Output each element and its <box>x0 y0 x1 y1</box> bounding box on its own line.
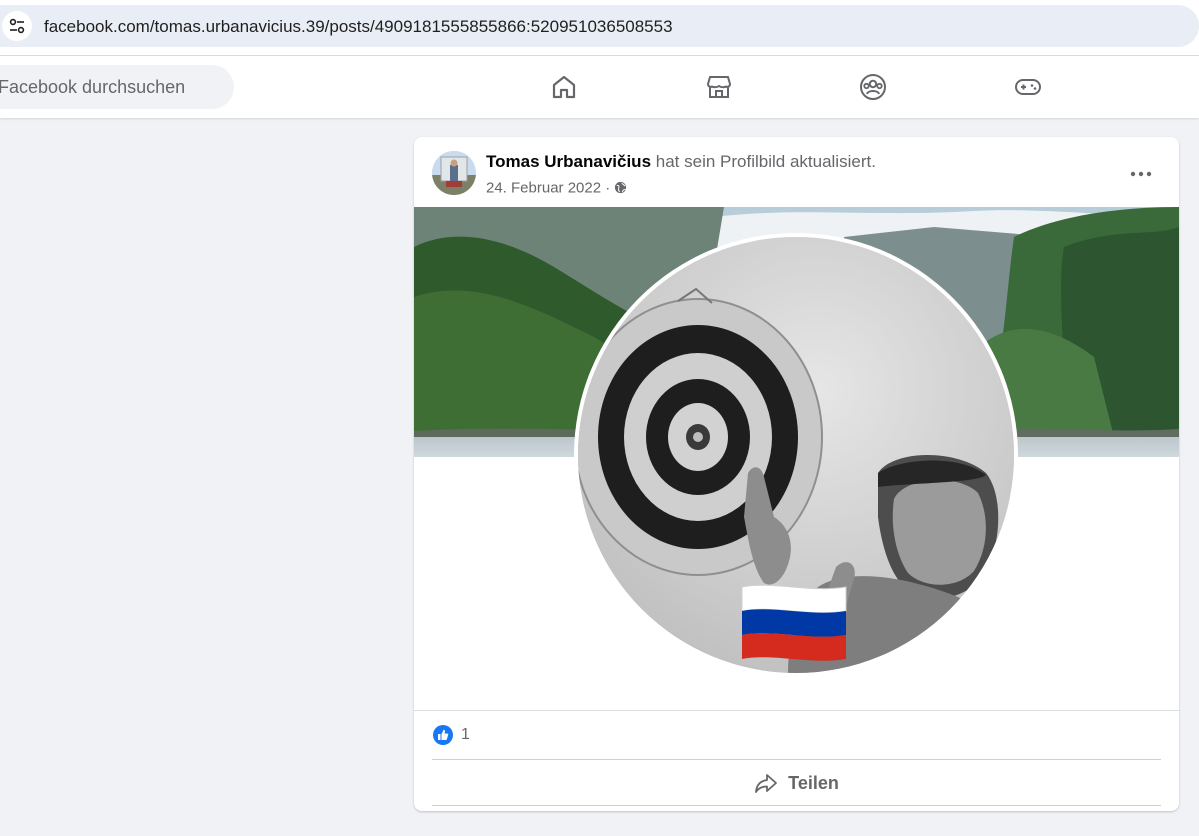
marketplace-icon[interactable] <box>702 70 736 104</box>
url-text[interactable]: facebook.com/tomas.urbanavicius.39/posts… <box>44 17 673 37</box>
browser-address-bar: facebook.com/tomas.urbanavicius.39/posts… <box>0 0 1199 56</box>
photo-divider <box>414 710 1179 711</box>
post-action-text: hat sein Profilbild aktualisiert. <box>655 152 876 171</box>
search-input[interactable] <box>0 65 218 109</box>
groups-icon[interactable] <box>856 70 890 104</box>
more-dots-icon[interactable] <box>1124 157 1158 191</box>
action-bar-top-divider <box>432 759 1161 760</box>
like-reaction-icon <box>433 725 453 745</box>
gaming-icon[interactable] <box>1011 70 1045 104</box>
share-label: Teilen <box>788 772 839 793</box>
like-count[interactable]: 1 <box>461 726 470 744</box>
post-date[interactable]: 24. Februar 2022 <box>486 180 601 197</box>
meta-separator: · <box>605 179 611 197</box>
share-button[interactable]: Teilen <box>432 761 1161 805</box>
post-meta: 24. Februar 2022 · <box>486 179 627 197</box>
post-header-text: Tomas Urbanavičius hat sein Profilbild a… <box>486 152 876 172</box>
author-name[interactable]: Tomas Urbanavičius <box>486 152 651 171</box>
profile-picture[interactable] <box>578 237 1014 673</box>
site-info-icon[interactable] <box>2 11 32 41</box>
action-bar-bottom-divider <box>432 805 1161 806</box>
url-field[interactable]: facebook.com/tomas.urbanavicius.39/posts… <box>0 5 1199 47</box>
author-avatar[interactable] <box>432 151 476 195</box>
post-photo[interactable] <box>414 207 1179 710</box>
facebook-header <box>0 56 1199 118</box>
post-card: Tomas Urbanavičius hat sein Profilbild a… <box>414 137 1179 811</box>
search-box[interactable] <box>0 65 234 109</box>
home-icon[interactable] <box>547 70 581 104</box>
share-icon <box>755 774 778 793</box>
globe-icon <box>614 180 627 197</box>
